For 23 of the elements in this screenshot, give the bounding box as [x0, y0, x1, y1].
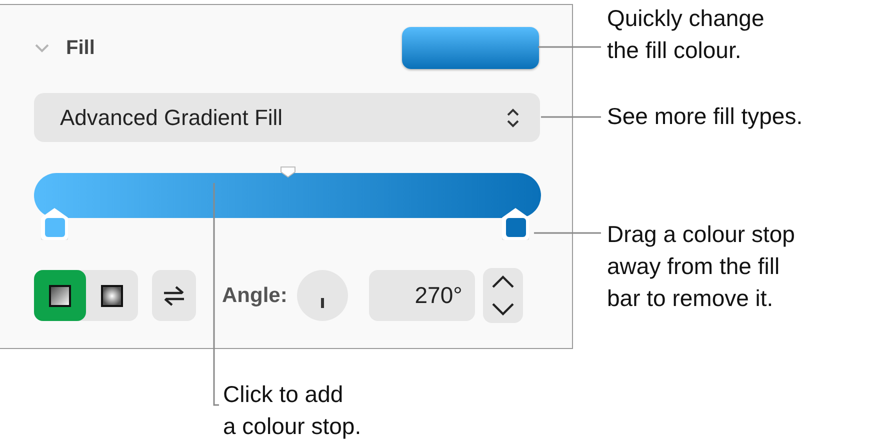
- callout-text: See more fill types.: [607, 102, 803, 131]
- leader-line: [538, 46, 601, 48]
- angle-stepper[interactable]: [483, 268, 524, 323]
- midpoint-handle[interactable]: [280, 166, 296, 178]
- gradient-type-button[interactable]: [34, 270, 86, 321]
- swap-arrows-icon: [162, 284, 186, 306]
- swap-button[interactable]: [152, 270, 196, 321]
- leader-line: [541, 116, 601, 118]
- radial-gradient-icon: [101, 284, 123, 306]
- color-swatch-button[interactable]: [402, 27, 539, 69]
- fill-type-dropdown[interactable]: Advanced Gradient Fill: [34, 93, 540, 142]
- leader-line: [534, 232, 601, 234]
- gradient-bar[interactable]: [34, 173, 541, 218]
- up-chevron-icon: [491, 274, 516, 289]
- angle-label: Angle:: [222, 284, 288, 308]
- linear-gradient-icon: [49, 284, 71, 306]
- callout-text: Quickly change the fill colour.: [607, 4, 764, 65]
- angle-field[interactable]: 270°: [369, 270, 476, 321]
- callout-text: Drag a colour stop away from the fill bar to remove it.: [607, 220, 795, 313]
- updown-chevron-icon: [506, 108, 520, 128]
- section-title: Fill: [66, 36, 96, 60]
- down-chevron-icon: [491, 302, 516, 316]
- callout-text: Click to add a colour stop.: [223, 380, 362, 441]
